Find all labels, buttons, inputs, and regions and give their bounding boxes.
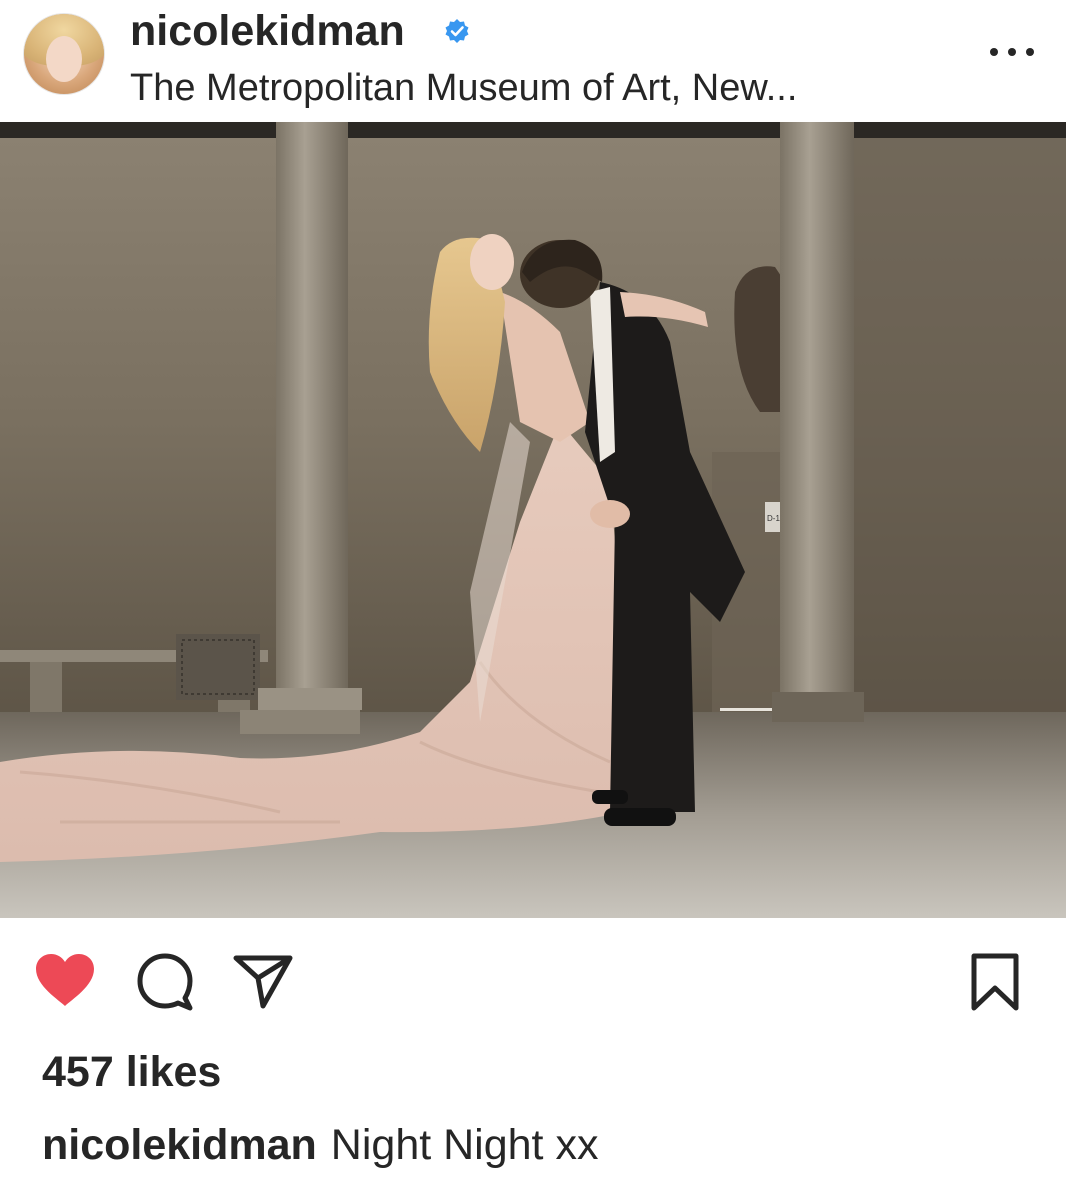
post-username[interactable]: nicolekidman	[130, 6, 405, 56]
post-actions-bar	[0, 940, 1066, 1030]
left-column	[276, 122, 348, 688]
post-location[interactable]: The Metropolitan Museum of Art, New...	[130, 64, 797, 112]
comment-bubble-icon[interactable]	[136, 952, 196, 1012]
man-shoes	[604, 808, 676, 826]
post-photo[interactable]: D-1	[0, 122, 1066, 918]
more-options-icon[interactable]	[988, 40, 1036, 64]
likes-count[interactable]: 457 likes	[42, 1046, 221, 1098]
post-header: nicolekidman The Metropolitan Museum of …	[0, 0, 1066, 120]
paper-plane-icon[interactable]	[232, 954, 294, 1010]
avatar-face	[46, 36, 82, 82]
photo-illustration: D-1	[0, 122, 1066, 918]
caption-text: Night Night xx	[330, 1121, 599, 1169]
right-column	[780, 122, 854, 692]
avatar[interactable]	[24, 14, 104, 94]
verified-badge-icon	[445, 19, 469, 43]
heart-filled-icon[interactable]	[34, 952, 96, 1008]
gallery-sign-text: D-1	[767, 514, 780, 523]
floor-vent	[176, 634, 260, 700]
bookmark-icon[interactable]	[970, 952, 1020, 1012]
post-caption: nicolekidman Night Night xx	[42, 1118, 598, 1172]
caption-username[interactable]: nicolekidman	[42, 1121, 317, 1169]
woman-face	[470, 234, 514, 290]
ceiling-strip	[0, 122, 1066, 138]
